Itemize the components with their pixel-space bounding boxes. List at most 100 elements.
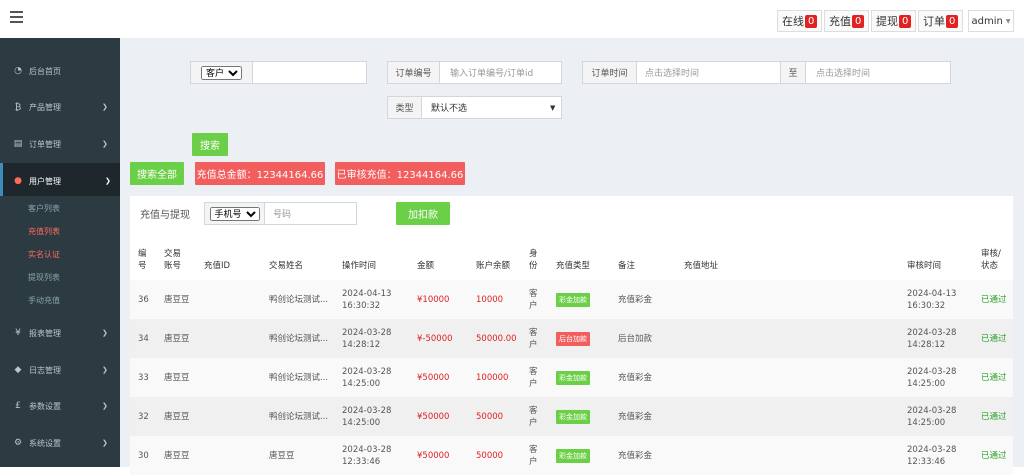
- recharge-stat[interactable]: 充值 0: [824, 10, 870, 32]
- th-status: 审核/状态: [981, 249, 1001, 271]
- cell-name: 鸭创论坛测试...: [269, 334, 329, 344]
- sidebar-item-orders[interactable]: ▤ 订单管理 ❯: [0, 126, 120, 162]
- order-time-label: 订单时间: [583, 62, 637, 83]
- admin-menu-button[interactable]: admin ▼: [968, 10, 1014, 32]
- search-all-button[interactable]: 搜索全部: [130, 162, 184, 185]
- sidebar-item-label: 订单管理: [29, 139, 61, 149]
- start-time-input[interactable]: 点击选择时间: [645, 62, 699, 83]
- order-label: 订单: [923, 15, 945, 28]
- customer-select-wrap: 客户: [191, 62, 253, 83]
- cell-status: 已通过: [981, 295, 1007, 305]
- type-tag: 彩金加款: [556, 371, 590, 385]
- cell-role: 客户: [529, 328, 538, 350]
- sidebar-item-label: 用户管理: [29, 176, 61, 186]
- sidebar-item-reports[interactable]: ¥ 报表管理 ❯: [0, 315, 120, 351]
- type-filter: 类型 默认不选 ▼: [387, 96, 562, 119]
- cell-status: 已通过: [981, 451, 1007, 461]
- pound-icon: £: [15, 401, 21, 411]
- order-no-filter: 订单编号 输入订单编号/订单id: [387, 61, 562, 84]
- recharge-label: 充值: [829, 15, 851, 28]
- cell-time: 2024-03-28 14:25:00: [342, 367, 392, 389]
- sidebar-item-dashboard[interactable]: ◔ 后台首页: [0, 53, 120, 89]
- cell-role: 客户: [529, 406, 538, 428]
- total-recharge-badge: 充值总金额：12344164.66: [195, 162, 325, 185]
- top-navbar: 在线 0 充值 0 提现 0 订单 0 admin ▼: [0, 0, 1024, 38]
- sidebar-item-label: 参数设置: [29, 401, 61, 411]
- cell-status: 已通过: [981, 334, 1007, 344]
- users-submenu: 客户列表 充值列表 实名认证 提现列表 手动充值: [0, 196, 120, 314]
- submenu-recharge-list[interactable]: 充值列表: [28, 226, 60, 237]
- order-stat[interactable]: 订单 0: [918, 10, 964, 32]
- th-type: 充值类型: [556, 261, 591, 271]
- cell-id: 33: [138, 373, 149, 383]
- th-audit-time: 审核时间: [907, 261, 942, 271]
- th-role: 身份: [529, 249, 538, 271]
- cell-balance: 10000: [476, 295, 504, 305]
- sidebar-item-label: 产品管理: [29, 102, 61, 112]
- to-label: 至: [780, 62, 806, 83]
- recharge-count-badge: 0: [852, 14, 865, 28]
- sidebar-item-system[interactable]: ⚙ 系统设置 ❯: [0, 425, 120, 461]
- submenu-real-name[interactable]: 实名认证: [28, 249, 60, 260]
- admin-label: admin: [971, 15, 1003, 27]
- cell-account: 唐豆豆: [164, 295, 190, 305]
- sidebar-item-users[interactable]: ● 用户管理 ❯: [0, 163, 120, 199]
- th-time: 操作时间: [342, 261, 377, 271]
- cell-note: 充值彩金: [618, 295, 653, 305]
- sidebar-item-label: 报表管理: [29, 328, 61, 338]
- cell-time: 2024-03-28 14:28:12: [342, 328, 392, 350]
- cell-id: 34: [138, 334, 149, 344]
- cell-amount: ¥50000: [417, 451, 450, 461]
- cell-balance: 50000: [476, 412, 504, 422]
- type-tag: 彩金加款: [556, 410, 590, 424]
- deduct-button[interactable]: 加扣款: [396, 202, 450, 225]
- chevron-right-icon: ❯: [102, 103, 108, 111]
- sidebar-item-label: 后台首页: [29, 66, 61, 76]
- table-row: 32 唐豆豆 鸭创论坛测试... 2024-03-28 14:25:00 ¥50…: [130, 397, 1013, 436]
- end-time-input[interactable]: 点击选择时间: [816, 62, 870, 83]
- sidebar-item-label: 日志管理: [29, 365, 61, 375]
- chevron-right-icon: ❯: [102, 329, 108, 337]
- cell-name: 鸭创论坛测试...: [269, 373, 329, 383]
- cell-name: 鸭创论坛测试...: [269, 295, 329, 305]
- submenu-customer-list[interactable]: 客户列表: [28, 203, 60, 214]
- phone-select[interactable]: 手机号: [209, 206, 260, 221]
- cell-role: 客户: [529, 445, 538, 467]
- audited-recharge-badge: 已审核充值：12344164.66: [335, 162, 465, 185]
- search-button[interactable]: 搜索: [192, 133, 228, 156]
- cell-id: 36: [138, 295, 149, 305]
- customer-select[interactable]: 客户: [201, 65, 242, 80]
- gears-icon: ⚙: [13, 438, 23, 448]
- menu-toggle-icon[interactable]: [10, 11, 23, 23]
- cell-time: 2024-04-13 16:30:32: [342, 289, 392, 311]
- user-icon: ●: [14, 176, 22, 186]
- cell-id: 30: [138, 451, 149, 461]
- submenu-manual-recharge[interactable]: 手动充值: [28, 295, 60, 306]
- submenu-withdraw-list[interactable]: 提现列表: [28, 272, 60, 283]
- table-row: 30 唐豆豆 唐豆豆 2024-03-28 12:33:46 ¥50000 50…: [130, 436, 1013, 475]
- type-tag: 彩金加款: [556, 449, 590, 463]
- cell-audit-time: 2024-03-28 12:33:46: [907, 445, 957, 467]
- sidebar-item-params[interactable]: £ 参数设置 ❯: [0, 388, 120, 424]
- sidebar-item-products[interactable]: ₿ 产品管理 ❯: [0, 89, 120, 125]
- cell-amount: ¥50000: [417, 373, 450, 383]
- phone-input[interactable]: 号码: [273, 203, 291, 224]
- cell-time: 2024-03-28 14:25:00: [342, 406, 392, 428]
- table-row: 34 唐豆豆 鸭创论坛测试... 2024-03-28 14:28:12 ¥-5…: [130, 319, 1013, 358]
- cell-amount: ¥50000: [417, 412, 450, 422]
- chevron-down-icon: ❯: [105, 177, 111, 185]
- th-note: 备注: [618, 261, 636, 271]
- cell-balance: 50000.00: [476, 334, 517, 344]
- chevron-down-icon: ▼: [1005, 17, 1011, 25]
- type-select[interactable]: 默认不选: [431, 97, 467, 118]
- bitcoin-icon: ₿: [14, 102, 22, 113]
- chevron-down-icon: ▼: [550, 103, 556, 112]
- panel-title: 充值与提现: [140, 210, 190, 221]
- cell-id: 32: [138, 412, 149, 422]
- sidebar-item-logs[interactable]: ◆ 日志管理 ❯: [0, 352, 120, 388]
- order-no-input[interactable]: 输入订单编号/订单id: [450, 62, 533, 83]
- withdraw-stat[interactable]: 提现 0: [871, 10, 917, 32]
- cell-role: 客户: [529, 367, 538, 389]
- cell-role: 客户: [529, 289, 538, 311]
- online-stat[interactable]: 在线 0: [777, 10, 823, 32]
